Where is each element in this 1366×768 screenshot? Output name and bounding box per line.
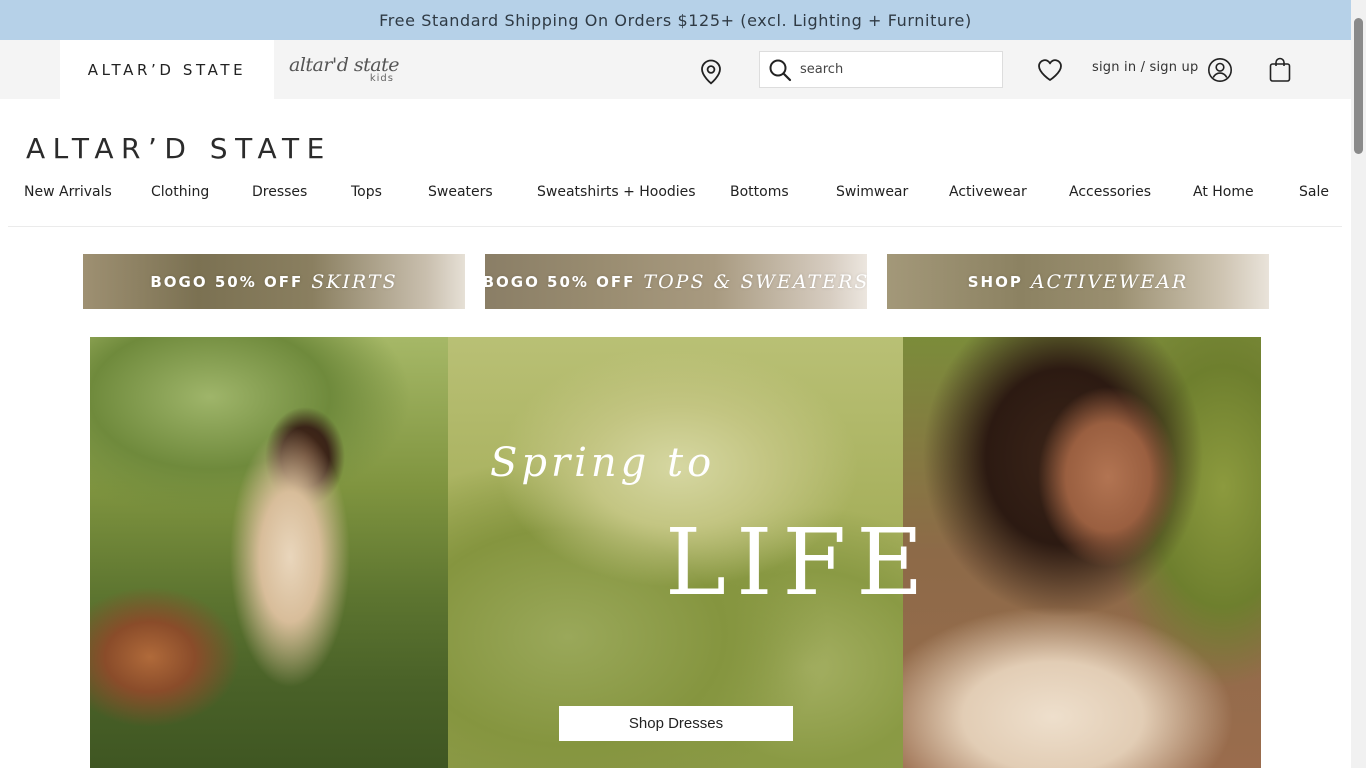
promo-tile-prefix: BOGO 50% OFF bbox=[150, 272, 304, 291]
hero-title-line1: Spring to bbox=[490, 440, 716, 486]
scrollbar-thumb[interactable] bbox=[1354, 18, 1363, 154]
kids-logo-script: altar'd state bbox=[289, 53, 399, 76]
store-locator-button[interactable] bbox=[698, 58, 724, 86]
signin-link[interactable]: sign in / sign up bbox=[1092, 60, 1198, 75]
wishlist-button[interactable] bbox=[1036, 57, 1064, 83]
shipping-promo-bar[interactable]: Free Standard Shipping On Orders $125+ (… bbox=[0, 0, 1351, 40]
promo-tile-skirts[interactable]: BOGO 50% OFF SKIRTS bbox=[83, 254, 465, 309]
bag-icon bbox=[1269, 57, 1291, 82]
nav-item-bottoms[interactable]: Bottoms bbox=[730, 184, 789, 200]
search-icon[interactable] bbox=[760, 51, 800, 88]
nav-item-new-arrivals[interactable]: New Arrivals bbox=[24, 184, 112, 200]
nav-item-sweatshirts-hoodies[interactable]: Sweatshirts + Hoodies bbox=[537, 184, 696, 200]
hero-image-right bbox=[903, 337, 1261, 768]
hero-image-left bbox=[90, 337, 448, 768]
promo-tile-tops-sweaters[interactable]: BOGO 50% OFF TOPS & SWEATERS bbox=[485, 254, 867, 309]
account-button[interactable] bbox=[1206, 56, 1234, 84]
site-logo[interactable]: ALTAR’D STATE bbox=[26, 132, 332, 165]
shop-dresses-button[interactable]: Shop Dresses bbox=[559, 706, 793, 741]
brand-tab-label: ALTAR’D STATE bbox=[87, 60, 247, 79]
heart-icon bbox=[1038, 59, 1062, 81]
nav-item-accessories[interactable]: Accessories bbox=[1069, 184, 1151, 200]
account-icon bbox=[1208, 58, 1232, 82]
nav-item-sweaters[interactable]: Sweaters bbox=[428, 184, 493, 200]
nav-item-clothing[interactable]: Clothing bbox=[151, 184, 209, 200]
promo-tile-prefix: SHOP bbox=[967, 272, 1023, 291]
brand-tab-altard-state[interactable]: ALTAR’D STATE bbox=[60, 40, 274, 99]
nav-item-tops[interactable]: Tops bbox=[351, 184, 382, 200]
hero-title-line2: LIFE bbox=[665, 509, 934, 616]
nav-item-dresses[interactable]: Dresses bbox=[252, 184, 307, 200]
promo-tile-script: TOPS & SWEATERS bbox=[643, 270, 867, 293]
main-nav: New Arrivals Clothing Dresses Tops Sweat… bbox=[0, 176, 1351, 210]
kids-logo-sub: kids bbox=[369, 72, 394, 84]
page-scrollbar[interactable] bbox=[1351, 0, 1366, 768]
promo-tile-prefix: BOGO 50% OFF bbox=[485, 272, 636, 291]
nav-item-swimwear[interactable]: Swimwear bbox=[836, 184, 908, 200]
search-input[interactable] bbox=[800, 62, 990, 77]
promo-tile-script: ACTIVEWEAR bbox=[1030, 270, 1189, 293]
utility-bar: ALTAR’D STATE altar'd state kids sign in… bbox=[0, 40, 1351, 99]
nav-item-sale[interactable]: Sale bbox=[1299, 184, 1329, 200]
location-icon bbox=[701, 59, 721, 85]
shopping-bag-button[interactable] bbox=[1266, 56, 1294, 84]
shipping-promo-text: Free Standard Shipping On Orders $125+ (… bbox=[379, 10, 972, 30]
brand-tab-kids[interactable]: altar'd state kids bbox=[274, 40, 414, 99]
promo-tile-script: SKIRTS bbox=[311, 270, 398, 293]
nav-divider bbox=[8, 226, 1342, 227]
search-box[interactable] bbox=[759, 51, 1003, 88]
nav-item-activewear[interactable]: Activewear bbox=[949, 184, 1027, 200]
nav-item-at-home[interactable]: At Home bbox=[1193, 184, 1254, 200]
promo-tile-activewear[interactable]: SHOP ACTIVEWEAR bbox=[887, 254, 1269, 309]
